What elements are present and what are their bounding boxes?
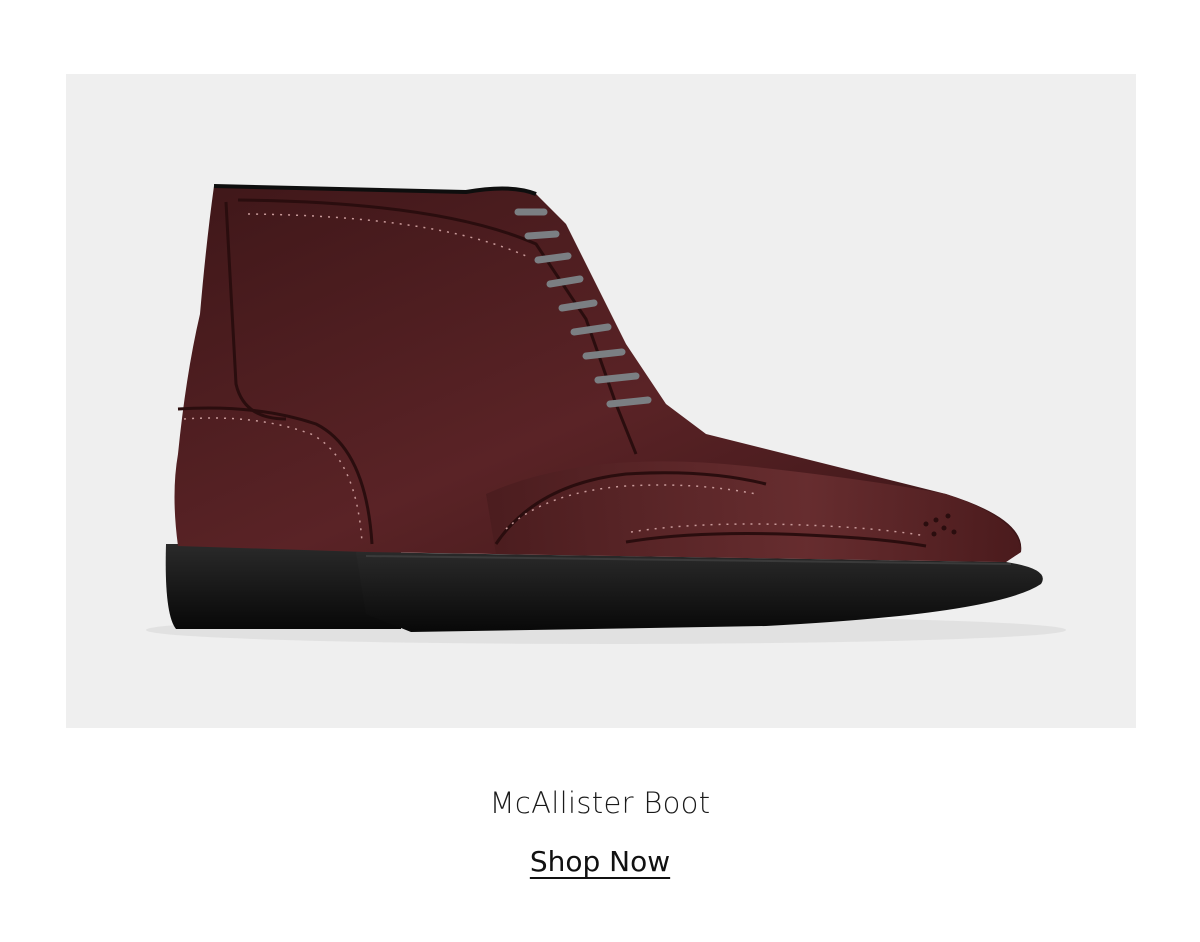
shop-now-link[interactable]: Shop Now [530, 845, 670, 878]
product-image[interactable] [66, 74, 1136, 728]
product-title: McAllister Boot [489, 786, 711, 820]
boot-image [146, 184, 1066, 644]
shop-now-link-wrapper: Shop Now [0, 842, 1200, 882]
product-card: McAllister Boot Shop Now [0, 0, 1200, 942]
